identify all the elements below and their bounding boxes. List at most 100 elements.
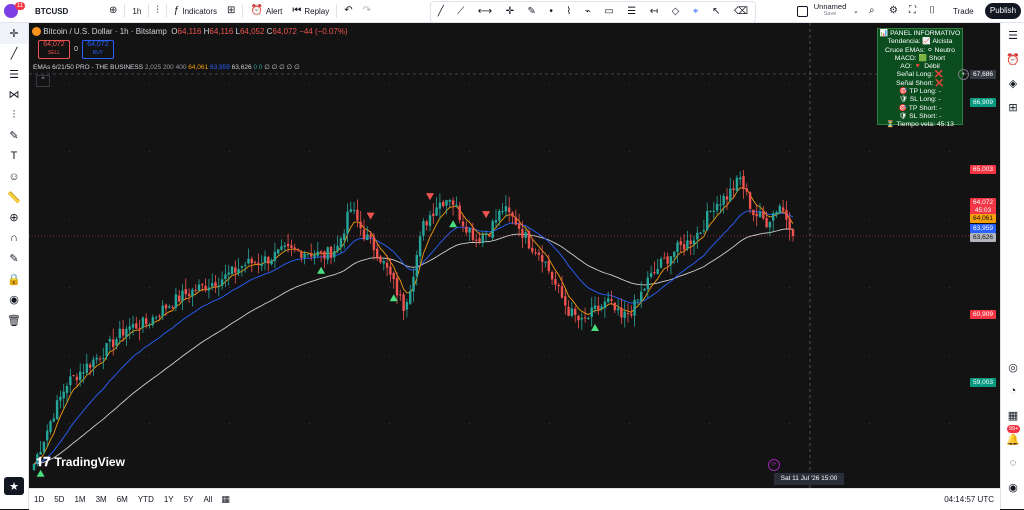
diamond-icon[interactable]: ◇ [672,7,680,17]
ruler-tool-icon[interactable]: 📏 [0,187,28,208]
path-icon[interactable]: ⌇ [566,7,571,17]
quick-search-button[interactable]: ⌕ [864,0,880,22]
object-tree-icon[interactable]: ★ [4,477,24,495]
interval-button[interactable]: 1h [127,0,146,22]
symbol-search[interactable]: BTCUSD [30,0,104,22]
range-6m[interactable]: 6M [112,495,133,504]
text-tool-icon[interactable]: T [0,146,28,167]
alarm-clock-icon[interactable]: ⏰ [1001,47,1024,71]
range-3m[interactable]: 3M [91,495,112,504]
indicator-legend[interactable]: EMAs 6/21/50 PRO - THE BUSINESS 2,025 20… [33,63,300,71]
checkbox-icon [797,5,808,17]
settings-button[interactable]: ⚙ [884,0,903,22]
grid-dot [549,287,550,288]
candle-body [349,209,352,212]
bitcoin-logo-icon [32,27,41,37]
layout-menu-button[interactable]: ⌄ [848,0,864,22]
calendar-icon[interactable]: ▦ [1001,403,1024,427]
crosshair-plus-icon[interactable]: + [958,69,969,80]
fib-icon[interactable]: ☰ [627,7,636,17]
notifications-icon[interactable]: 🔔 99+ [1001,425,1024,451]
pattern-tool-icon[interactable]: ⋈ [0,85,28,106]
compare-button[interactable]: ⊕ [104,0,122,22]
help-icon[interactable]: ◉ [1001,475,1024,499]
watchlist-icon[interactable]: ☰ [1001,23,1024,47]
fullscreen-button[interactable]: ⛶ [904,0,921,22]
candle-body [666,256,669,264]
forecast-tool-icon[interactable]: ⫶ [0,105,28,126]
cursor-icon[interactable]: ↖ [712,7,720,17]
chart-pane[interactable]: Bitcoin / U.S. Dollar · 1h · Bitstamp O6… [29,23,970,488]
candle-body [260,264,263,266]
utc-clock[interactable]: 04:14:57 UTC [944,495,994,504]
go-to-realtime-icon[interactable]: ⟳ [768,459,780,471]
zigzag-icon[interactable]: ⌁ [585,7,591,17]
dot-icon[interactable]: • [549,7,553,17]
zoom-in-tool-icon[interactable]: ⊕ [0,208,28,229]
chart-type-button[interactable]: ⫶ [151,0,164,22]
replay-button[interactable]: ⏮ Replay [287,0,334,22]
range-5y[interactable]: 5Y [179,495,199,504]
trend-line-tool-icon[interactable]: ╱ [0,44,28,65]
layout-name-button[interactable]: Unnamed Save [812,2,848,17]
candle-body [135,323,138,329]
candle-body [49,421,52,432]
ema-fast-label: 64,061 [970,214,996,223]
lock-drawing-tool-icon[interactable]: ✎ [0,249,28,270]
candle-body [636,299,640,301]
measure-icon[interactable]: ↤ [650,7,658,17]
candle-body [653,272,656,274]
grid-dot [789,355,790,356]
trade-button[interactable]: Trade [948,0,979,22]
range-5d[interactable]: 5D [49,495,69,504]
collapse-legend-button[interactable]: ⌃ [36,75,50,87]
ideas-icon[interactable]: ◔ [1001,379,1024,403]
range-1m[interactable]: 1M [69,495,90,504]
emoji-tool-icon[interactable]: ☺ [0,167,28,188]
grid-dot [229,287,230,288]
pen-icon[interactable]: ✎ [528,7,536,17]
layout-checkbox[interactable] [792,0,813,22]
panel-row: Señal Short: ❌ [896,79,944,87]
price-axis[interactable]: + 67,686 66,909 65,003 64,072 45:03 64,0… [958,23,1000,488]
magnet-tool-icon[interactable]: ∩ [0,228,28,249]
candle-body [75,376,79,381]
fib-tool-icon[interactable]: ☰ [0,64,28,85]
horizontal-line-icon[interactable]: ⟷ [478,7,492,17]
trend-line-icon[interactable]: ╱ [438,7,444,17]
lock-icon[interactable]: 🔒 [0,269,28,290]
brush-tool-icon[interactable]: ✎ [0,126,28,147]
snapshot-button[interactable]: ⌷ [924,0,940,22]
trash-icon[interactable]: 🗑 [0,310,28,331]
target-icon[interactable]: ◎ [1001,355,1024,379]
sell-button[interactable]: 64,072 SELL [38,40,70,59]
range-1d[interactable]: 1D [29,495,49,504]
alert-button[interactable]: ⏰ Alert [245,0,287,22]
eraser-icon[interactable]: ⌫ [734,7,748,17]
grid-apps-icon[interactable]: ⊞ [1001,95,1024,119]
user-menu[interactable]: 11 [0,0,30,22]
layers-icon[interactable]: ◈ [1001,71,1024,95]
cross-line-icon[interactable]: ✛ [506,7,514,17]
templates-button[interactable]: ⊞ [222,0,240,22]
range-ytd[interactable]: YTD [133,495,159,504]
buy-button[interactable]: 64,072 BUY [81,40,114,59]
crosshair-tool-icon[interactable]: ✛ [0,23,28,44]
rectangle-icon[interactable]: ▭ [604,7,613,17]
ray-icon[interactable]: ⟋ [457,7,464,17]
range-1y[interactable]: 1Y [159,495,179,504]
price-chart-svg[interactable] [29,23,970,488]
candle-body [346,211,349,234]
candle-body [643,288,646,291]
chat-icon[interactable]: ◌ [1001,451,1024,475]
range-all[interactable]: All [198,495,217,504]
calendar-range-icon[interactable]: ▦ [221,495,230,504]
redo-button[interactable]: ↷ [358,0,376,22]
undo-button[interactable]: ↶ [339,0,357,22]
eye-icon[interactable]: ◉ [0,290,28,311]
publish-button[interactable]: Publish [985,3,1021,19]
trade-label: Trade [953,6,974,16]
indicators-button[interactable]: ƒ Indicators [169,0,222,22]
candle-body [600,306,603,309]
crosshair-icon[interactable]: ⌖ [693,7,699,17]
